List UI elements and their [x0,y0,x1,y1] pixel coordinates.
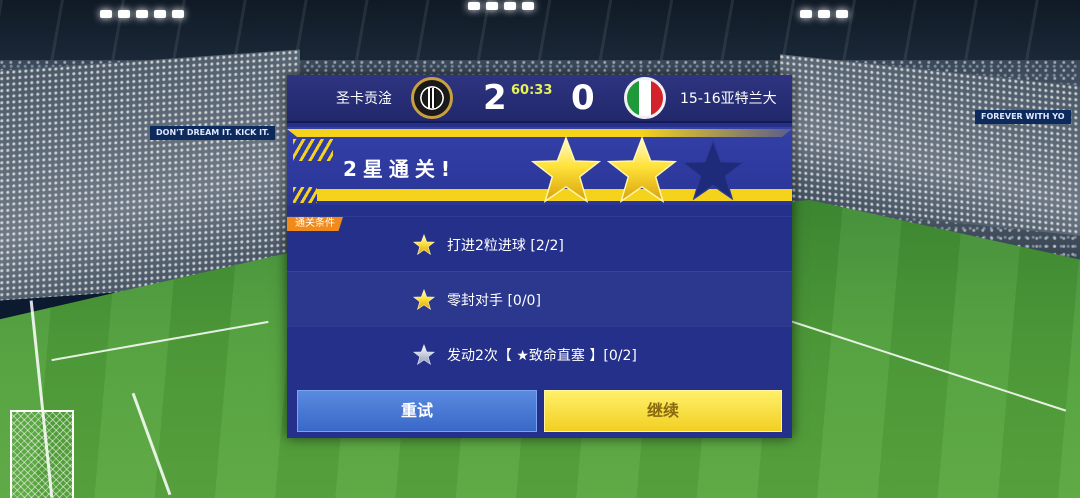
star-achieved-icon [413,234,435,256]
scoreboard: 圣卡贡淦 2 60:33 0 15-16亚特兰大 [287,75,792,123]
condition-row: 零封对手 [0/0] [287,271,792,326]
condition-text: 打进2粒进球 [2/2] [447,238,564,254]
home-score: 2 [483,78,507,118]
floodlights-center [468,2,534,10]
condition-row: 打进2粒进球 [2/2] [287,216,792,271]
goal-net [10,410,74,498]
away-score: 0 [571,78,595,118]
match-clock-seconds: 33 [534,83,553,98]
match-clock: 60:33 [511,83,552,98]
match-result-panel: 圣卡贡淦 2 60:33 0 15-16亚特兰大 2星通关! 通关条件 打进2粒… [287,75,792,438]
home-team-crest-icon [411,77,453,119]
condition-text: 零封对手 [0/0] [447,293,541,309]
condition-text: 发动2次【 ★致命直塞 】[0/2] [447,348,637,364]
result-title: 2星通关! [343,157,457,181]
star-not-achieved-icon [413,344,435,366]
star-empty-icon [680,138,746,201]
condition-row: 发动2次【 ★致命直塞 】[0/2] [287,326,792,381]
star-earned-icon [606,135,678,203]
continue-button[interactable]: 继续 [544,390,782,432]
decor-hatch [293,139,333,161]
match-clock-minutes: 60 [511,83,530,98]
floodlights-left [100,10,184,18]
away-team-name: 15-16亚特兰大 [680,91,777,107]
retry-button[interactable]: 重试 [297,390,537,432]
home-team-name: 圣卡贡淦 [336,91,392,107]
result-banner: 2星通关! [287,127,792,205]
away-team-crest-icon [624,77,666,119]
decor-hatch [293,187,317,203]
star-achieved-icon [413,289,435,311]
stadium-banner-left: DON'T DREAM IT. KICK IT. [150,126,276,140]
floodlights-right [800,10,848,18]
star-earned-icon [530,135,602,203]
stadium-banner-right: FOREVER WITH YO [975,110,1071,124]
